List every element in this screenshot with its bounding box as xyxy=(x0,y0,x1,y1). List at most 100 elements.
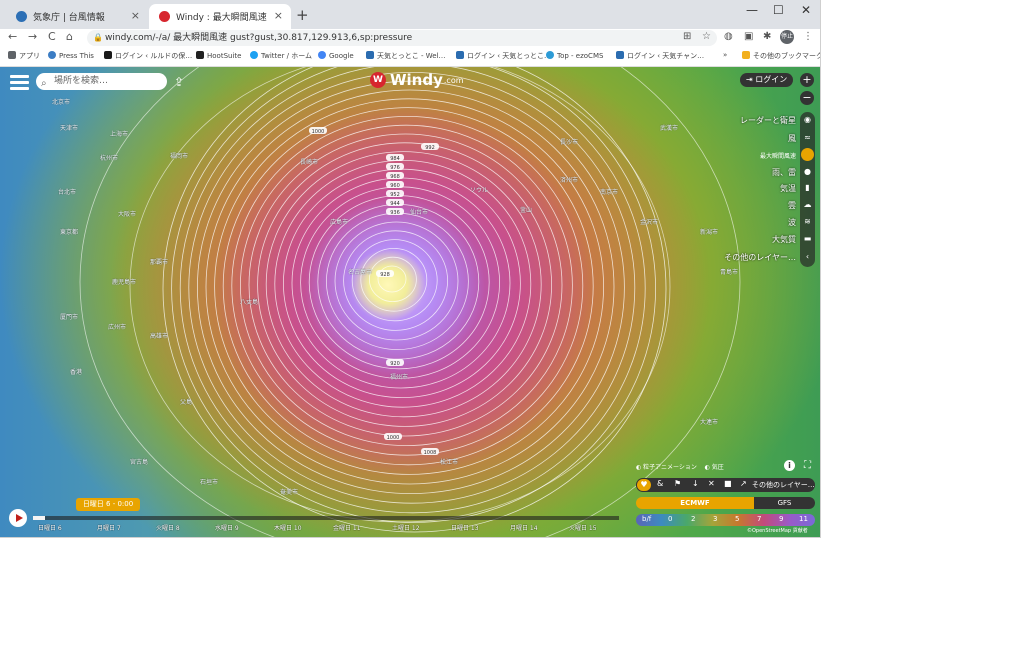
city-label[interactable]: 松江市 xyxy=(440,457,458,466)
city-label[interactable]: 宮古島 xyxy=(130,457,148,466)
hamburger-menu-icon[interactable] xyxy=(10,75,29,90)
fullscreen-icon[interactable]: ⛶ xyxy=(804,460,811,471)
city-label[interactable]: ソウル xyxy=(470,185,488,194)
bookmark-item[interactable]: HootSuite xyxy=(196,51,241,60)
cloud-icon[interactable]: ☁ xyxy=(800,200,815,209)
forward-icon[interactable]: → xyxy=(28,30,37,43)
chevron-left-icon[interactable]: ‹ xyxy=(800,252,815,261)
city-label[interactable]: 台北市 xyxy=(58,187,76,196)
timeline-slider[interactable] xyxy=(33,516,619,520)
city-label[interactable]: 長崎市 xyxy=(300,157,318,166)
bookmark-item[interactable]: Google xyxy=(318,51,354,60)
city-label[interactable]: 新潟市 xyxy=(700,227,718,236)
timeline-day-label[interactable]: 水曜日 9 xyxy=(215,523,239,532)
city-label[interactable]: 南京市 xyxy=(600,187,618,196)
model-ecmwf-button[interactable]: ECMWF xyxy=(636,497,754,509)
gust-flag-icon[interactable] xyxy=(801,148,814,161)
home-icon[interactable]: ⌂ xyxy=(66,30,73,43)
overlay-radar-icon[interactable]: ■ xyxy=(724,479,732,488)
new-tab-button[interactable]: + xyxy=(296,6,309,24)
zoom-in-button[interactable]: + xyxy=(800,73,814,87)
city-label[interactable]: 福岡市 xyxy=(170,151,188,160)
layer-clouds[interactable]: 雲 xyxy=(788,200,796,211)
city-label[interactable]: 父島 xyxy=(180,397,192,406)
city-label[interactable]: 大阪市 xyxy=(118,209,136,218)
rain-drop-icon[interactable]: ● xyxy=(800,167,815,176)
city-label[interactable]: 済州市 xyxy=(560,175,578,184)
city-label[interactable]: 天津市 xyxy=(60,123,78,132)
overlay-wind-icon[interactable]: & xyxy=(657,479,663,488)
radar-satellite-icon[interactable]: ◉ xyxy=(800,115,815,124)
color-scale-legend[interactable]: b/f 0 2 3 5 7 9 11 xyxy=(636,514,815,526)
overlay-more-button[interactable]: その他のレイヤー… xyxy=(752,480,815,490)
info-icon[interactable]: i xyxy=(784,460,795,471)
search-input[interactable]: ⌕ 場所を検索… xyxy=(36,73,167,90)
map-attribution[interactable]: ©OpenStreetMap 貢献者 xyxy=(747,527,808,534)
bookmark-star-icon[interactable]: ☆ xyxy=(702,31,711,42)
bookmark-item[interactable]: ログイン ‹ ルルドの保… xyxy=(104,51,192,61)
city-label[interactable]: 八丈島 xyxy=(240,297,258,306)
city-label[interactable]: 広島市 xyxy=(330,217,348,226)
city-label[interactable]: 高雄市 xyxy=(150,331,168,340)
overlay-wave-icon[interactable]: ↗ xyxy=(740,479,747,488)
timeline-day-label[interactable]: 土曜日 12 xyxy=(392,523,420,532)
timeline-day-label[interactable]: 金曜日 11 xyxy=(333,523,361,532)
city-label[interactable]: 長沙市 xyxy=(560,137,578,146)
city-label[interactable]: 上海市 xyxy=(110,129,128,138)
bookmarks-overflow[interactable]: » xyxy=(723,51,727,59)
layer-radar-satellite[interactable]: レーダーと衛星 xyxy=(740,115,796,126)
layer-air-quality[interactable]: 大気質 xyxy=(772,234,796,245)
car-icon[interactable]: ▬ xyxy=(800,234,815,243)
bookmark-item[interactable]: アプリ xyxy=(8,51,40,61)
zoom-out-button[interactable]: − xyxy=(800,91,814,105)
weather-map[interactable]: 1000 992 984 976 968 960 952 944 936 928 920 1000 10… xyxy=(0,67,820,537)
city-label[interactable]: 大連市 xyxy=(700,417,718,426)
timeline-day-label[interactable]: 木曜日 10 xyxy=(274,523,302,532)
city-label[interactable]: 石垣市 xyxy=(200,477,218,486)
back-icon[interactable]: ← xyxy=(8,30,17,43)
city-label[interactable]: 那覇市 xyxy=(150,257,168,266)
login-button[interactable]: ⇥ ログイン xyxy=(740,73,794,87)
city-label[interactable]: 名古屋市 xyxy=(348,267,372,276)
extension-icon[interactable]: ▣ xyxy=(744,31,753,42)
maximize-icon[interactable]: ☐ xyxy=(773,3,784,17)
bookmark-item[interactable]: ログイン ‹ 天気チャン… xyxy=(616,51,704,61)
layer-wind[interactable]: 風 xyxy=(788,133,796,144)
tab-windy[interactable]: Windy : 最大瞬間風速 × xyxy=(149,4,291,29)
city-label[interactable]: 仙台市 xyxy=(410,207,428,216)
tab-close-icon[interactable]: × xyxy=(131,9,140,22)
pressure-toggle[interactable]: ◐ 気圧 xyxy=(705,464,724,471)
city-label[interactable]: 北京市 xyxy=(52,97,70,106)
city-label[interactable]: 奄美市 xyxy=(280,487,298,496)
model-gfs-button[interactable]: GFS xyxy=(754,497,815,509)
layer-temperature[interactable]: 気温 xyxy=(780,183,796,194)
overlay-temperature-icon[interactable]: ↓ xyxy=(692,479,699,488)
extensions-puzzle-icon[interactable]: ✱ xyxy=(763,31,771,42)
tab-jma[interactable]: 気象庁 | 台風情報 × xyxy=(6,4,148,29)
layer-rain-thunder[interactable]: 雨、雷 xyxy=(772,167,796,178)
bookmark-item[interactable]: Top - ezoCMS xyxy=(546,51,603,60)
thermometer-icon[interactable]: ▮ xyxy=(800,183,815,192)
url-input[interactable]: 🔒 windy.com/-/a/ 最大瞬間風速 gust?gust,30.817… xyxy=(87,30,717,46)
favorites-heart-icon[interactable]: ♥ xyxy=(637,479,651,491)
timeline-day-label[interactable]: 日曜日 13 xyxy=(451,523,479,532)
minimize-icon[interactable]: — xyxy=(746,3,758,17)
tab-close-icon[interactable]: × xyxy=(274,9,283,22)
layer-waves[interactable]: 波 xyxy=(788,217,796,228)
extension-globe-icon[interactable]: ◍ xyxy=(724,31,733,42)
city-label[interactable]: 武漢市 xyxy=(660,123,678,132)
wind-icon[interactable]: ≈ xyxy=(800,133,815,142)
bookmark-item[interactable]: 天気とっとこ - Wel… xyxy=(366,51,446,61)
reload-icon[interactable]: C xyxy=(48,30,56,43)
city-label[interactable]: 香港 xyxy=(70,367,82,376)
city-label[interactable]: 釜山 xyxy=(520,205,532,214)
overlay-rain-icon[interactable]: ✕ xyxy=(708,479,715,488)
city-label[interactable]: 厦門市 xyxy=(60,312,78,321)
city-label[interactable]: 広州市 xyxy=(108,322,126,331)
close-window-icon[interactable]: ✕ xyxy=(801,3,811,17)
timeline-day-label[interactable]: 火曜日 15 xyxy=(569,523,597,532)
city-label[interactable]: 青島市 xyxy=(720,267,738,276)
bookmark-item[interactable]: Press This xyxy=(48,51,94,60)
waves-icon[interactable]: ≋ xyxy=(800,217,815,226)
share-icon[interactable]: ⇪ xyxy=(174,75,184,89)
